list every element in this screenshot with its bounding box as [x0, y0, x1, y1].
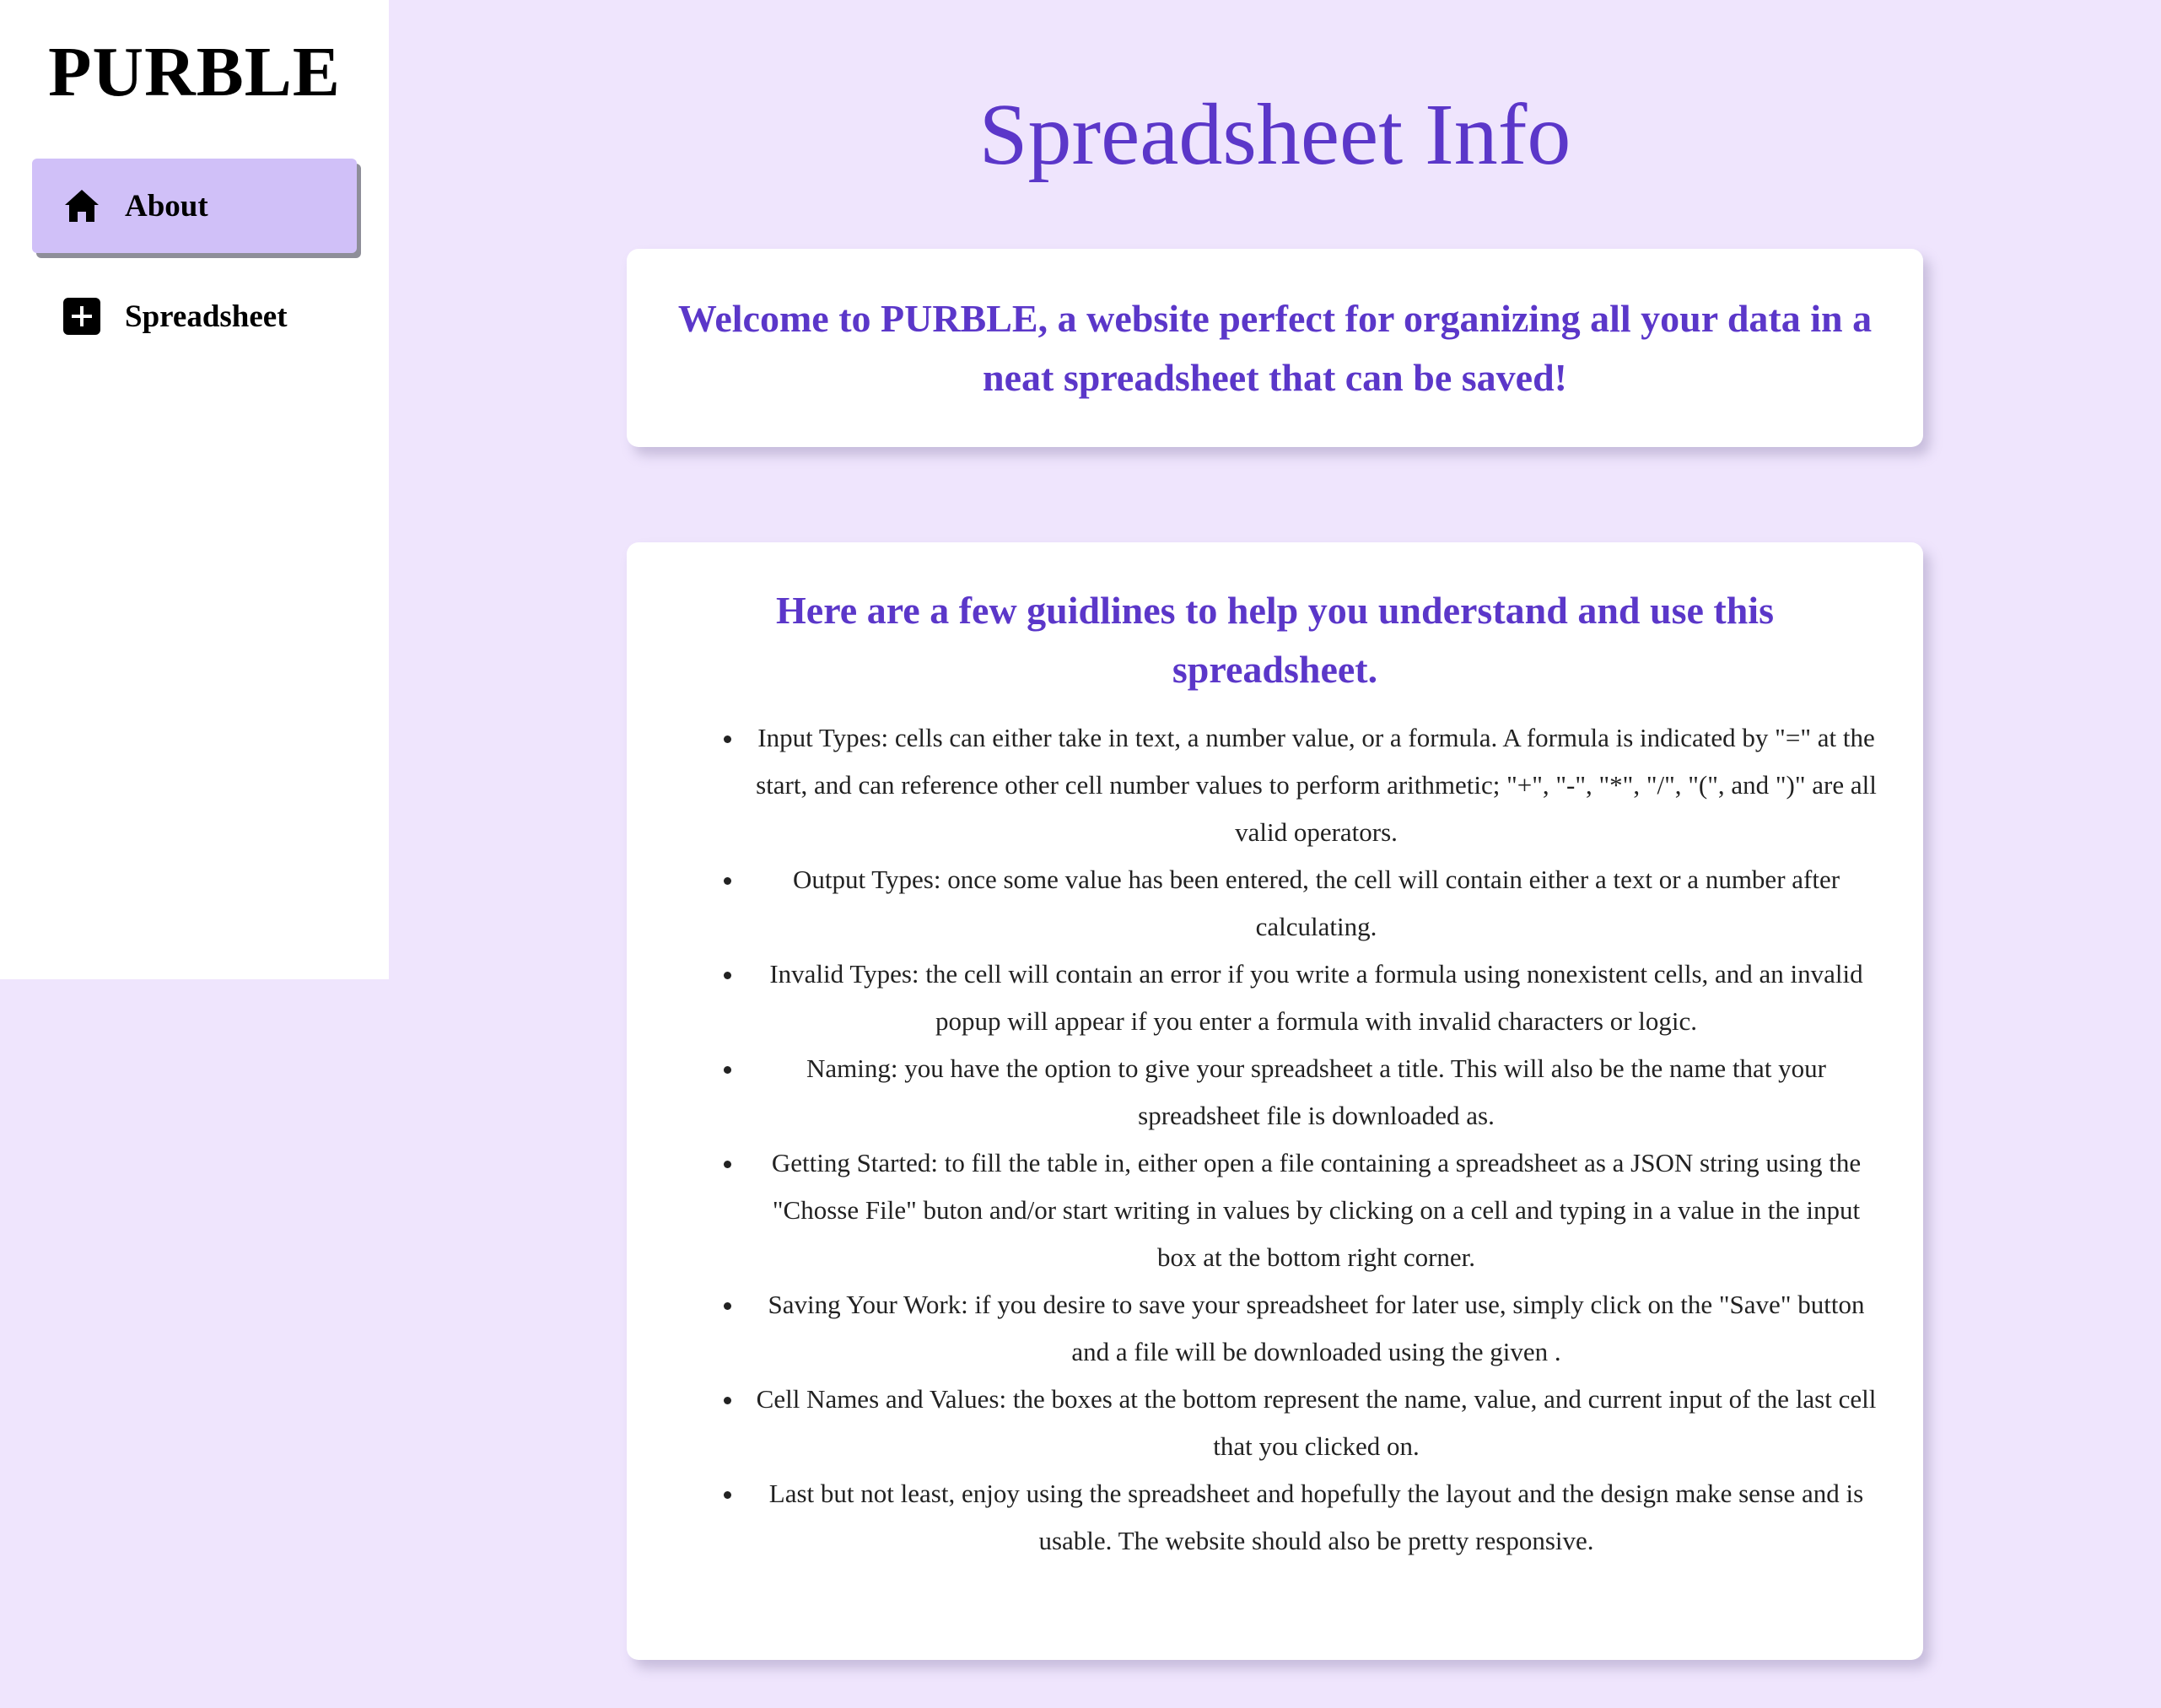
- guideline-item: Getting Started: to fill the table in, e…: [745, 1140, 1881, 1281]
- guidelines-list: Input Types: cells can either take in te…: [669, 714, 1881, 1565]
- guidelines-heading: Here are a few guidlines to help you und…: [776, 589, 1774, 691]
- guideline-item: Input Types: cells can either take in te…: [745, 714, 1881, 856]
- guideline-item: Invalid Types: the cell will contain an …: [745, 951, 1881, 1045]
- page-title: Spreadsheet Info: [978, 86, 1571, 183]
- guideline-item: Output Types: once some value has been e…: [745, 856, 1881, 951]
- guideline-item: Saving Your Work: if you desire to save …: [745, 1281, 1881, 1376]
- sidebar-item-about[interactable]: About: [32, 159, 357, 253]
- guideline-item: Naming: you have the option to give your…: [745, 1045, 1881, 1140]
- sidebar-item-label: Spreadsheet: [125, 299, 288, 334]
- logo: PURBLE: [48, 33, 341, 111]
- sidebar: PURBLE About Spreadsheet: [0, 0, 389, 979]
- guideline-item: Cell Names and Values: the boxes at the …: [745, 1376, 1881, 1470]
- guideline-item: Last but not least, enjoy using the spre…: [745, 1470, 1881, 1565]
- plus-icon: [62, 297, 101, 336]
- home-icon: [62, 186, 101, 225]
- welcome-card: Welcome to PURBLE, a website perfect for…: [627, 249, 1923, 447]
- sidebar-item-label: About: [125, 188, 208, 224]
- guidelines-card: Here are a few guidlines to help you und…: [627, 542, 1923, 1660]
- welcome-text: Welcome to PURBLE, a website perfect for…: [677, 297, 1873, 399]
- sidebar-item-spreadsheet[interactable]: Spreadsheet: [32, 269, 357, 364]
